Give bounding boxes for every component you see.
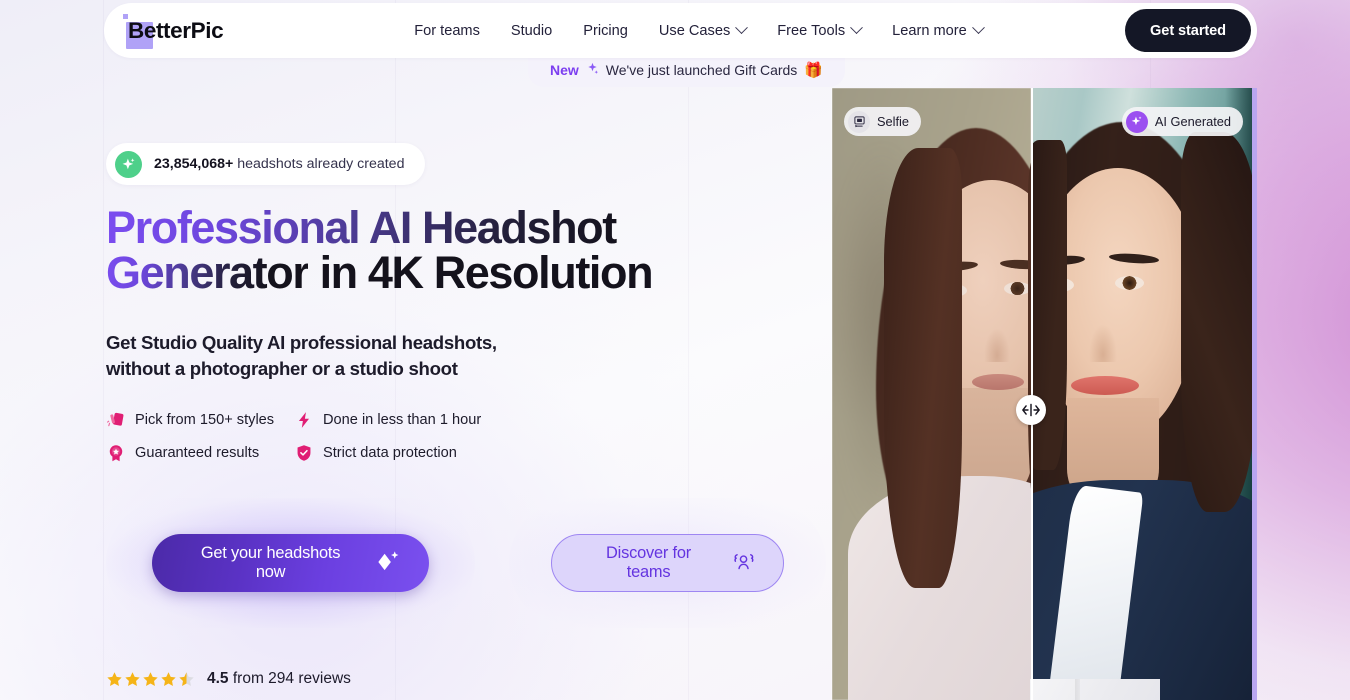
nav-item-label: Studio (510, 22, 553, 39)
ai-generated-image-half (1031, 88, 1257, 700)
star-icon (107, 671, 122, 686)
drag-horizontal-icon (1022, 403, 1040, 417)
counter-text: 23,854,068+ headshots already created (154, 156, 404, 172)
ai-generated-tag: AI Generated (1121, 107, 1243, 136)
feature-label: Guaranteed results (135, 445, 260, 461)
brand-logo[interactable]: BetterPic (123, 13, 224, 49)
diamond-sparkle-icon (374, 549, 401, 578)
shirt-placket (1075, 679, 1080, 700)
lips (1071, 376, 1139, 395)
announcement-text: We've just launched Gift Cards (605, 62, 798, 78)
nav-links: For teams Studio Pricing Use Cases Free … (414, 21, 985, 39)
feature-list: Pick from 150+ styles Done in less than … (106, 410, 536, 463)
announcement-banner[interactable]: New We've just launched Gift Cards 🎁 (528, 55, 845, 87)
chevron-down-icon (735, 21, 749, 35)
star-rating (106, 671, 195, 688)
feature-item-styles: Pick from 150+ styles (106, 410, 294, 430)
selfie-image-half (832, 88, 1031, 700)
page-title: Professional AI Headshot Generator in 4K… (106, 205, 746, 295)
rating-count: from 294 reviews (232, 670, 351, 687)
before-after-comparison[interactable]: Selfie AI Generated (832, 88, 1257, 700)
star-icon (161, 671, 176, 686)
selfie-tag: Selfie (844, 107, 922, 136)
feature-label: Done in less than 1 hour (323, 412, 482, 428)
nav-item-label: Free Tools (777, 22, 846, 39)
nav-item-label: For teams (414, 22, 480, 39)
feature-item-guarantee: Guaranteed results (106, 443, 294, 463)
nav-item-pricing[interactable]: Pricing (583, 23, 628, 39)
hair-front-right (1181, 132, 1257, 512)
nav-item-learn-more[interactable]: Learn more (892, 21, 985, 39)
counter-suffix: headshots already created (237, 156, 405, 172)
top-navigation-bar: BetterPic For teams Studio Pricing Use C… (104, 3, 1257, 58)
feature-item-privacy: Strict data protection (294, 443, 536, 463)
ai-generated-tag-label: AI Generated (1154, 114, 1231, 129)
chevron-down-icon (971, 21, 985, 35)
get-started-button[interactable]: Get started (1125, 9, 1251, 52)
nose (1089, 324, 1117, 362)
lips (972, 374, 1024, 390)
chevron-down-icon (850, 21, 864, 35)
get-headshots-button[interactable]: Get your headshots now (152, 534, 430, 592)
secondary-cta-label: Discover for teams (606, 544, 692, 581)
discover-for-teams-button[interactable]: Discover for teams (551, 534, 784, 592)
camera-icon (848, 110, 870, 133)
headline-line-1: Professional AI Headshot (106, 205, 746, 250)
nav-item-label: Use Cases (658, 22, 731, 39)
guarantee-badge-icon (106, 443, 126, 463)
gift-icon: 🎁 (804, 62, 823, 79)
subhead-line-2: without a photographer or a studio shoot (106, 358, 458, 380)
announcement-new-badge: New (550, 62, 579, 78)
star-icon (143, 671, 158, 686)
rating-text: 4.5 from 294 reviews (207, 670, 351, 688)
star-half-icon (179, 671, 194, 686)
shirt-detail-overlay (1030, 679, 1160, 700)
hero-page: BetterPic For teams Studio Pricing Use C… (0, 0, 1350, 700)
nav-item-free-tools[interactable]: Free Tools (777, 21, 864, 39)
nav-item-for-teams[interactable]: For teams (414, 23, 480, 39)
feature-label: Strict data protection (323, 445, 457, 461)
primary-cta-label: Get your headshots now (200, 544, 341, 581)
feature-label: Pick from 150+ styles (135, 412, 275, 428)
nav-item-label: Pricing (583, 22, 628, 39)
comparison-slider-handle[interactable] (1016, 395, 1046, 425)
counter-number: 23,854,068+ (154, 156, 234, 172)
nose (984, 328, 1010, 362)
brand-name: BetterPic (128, 17, 224, 43)
headshot-counter-pill: 23,854,068+ headshots already created (106, 143, 426, 185)
comparison-divider (1031, 88, 1033, 700)
hero-subheading: Get Studio Quality AI professional heads… (106, 330, 586, 383)
sparkle-icon (586, 62, 599, 78)
grid-line (103, 0, 104, 700)
sparkle-icon (1125, 110, 1148, 133)
subhead-line-1: Get Studio Quality AI professional heads… (106, 332, 497, 353)
rating-row: 4.5 from 294 reviews (106, 670, 351, 688)
headline-line-2-dark: in 4K Resolution (308, 247, 654, 298)
shield-check-icon (294, 443, 314, 463)
selfie-tag-label: Selfie (877, 114, 910, 129)
nav-item-use-cases[interactable]: Use Cases (658, 21, 749, 39)
primary-cta-glow: Get your headshots now (106, 498, 476, 628)
cta-button-group: Get your headshots now Discover for team… (106, 498, 826, 628)
lightning-icon (294, 410, 314, 430)
headline-line-2-gradient: Generator (106, 247, 310, 298)
feature-item-speed: Done in less than 1 hour (294, 410, 536, 430)
sparkle-icon (115, 150, 142, 178)
star-icon (125, 671, 140, 686)
style-cards-icon (106, 410, 126, 430)
eye-right (1115, 276, 1144, 290)
hair-front-left (884, 148, 962, 588)
people-icon (731, 550, 757, 577)
nav-item-studio[interactable]: Studio (511, 23, 552, 39)
eye-right (1004, 282, 1031, 295)
rating-score: 4.5 (207, 670, 229, 687)
nav-item-label: Learn more (892, 22, 967, 39)
secondary-cta-glow: Discover for teams (509, 498, 826, 628)
